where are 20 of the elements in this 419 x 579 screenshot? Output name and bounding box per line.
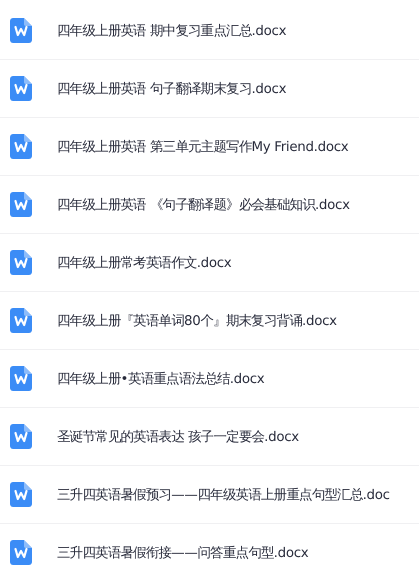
word-document-icon <box>10 134 32 159</box>
file-name[interactable]: 圣诞节常见的英语表达 孩子一定要会.docx <box>57 428 299 446</box>
file-name[interactable]: 三升四英语暑假预习——四年级英语上册重点句型汇总.doc <box>57 486 390 504</box>
file-name[interactable]: 四年级上册英语 第三单元主题写作My Friend.docx <box>57 138 348 156</box>
word-document-icon <box>10 18 32 43</box>
file-name[interactable]: 四年级上册常考英语作文.docx <box>57 254 232 272</box>
file-name[interactable]: 四年级上册英语 期中复习重点汇总.docx <box>57 22 286 40</box>
word-document-icon <box>10 76 32 101</box>
file-name[interactable]: 三升四英语暑假衔接——问答重点句型.docx <box>57 544 308 562</box>
word-document-icon <box>10 424 32 449</box>
word-document-icon <box>10 482 32 507</box>
word-document-icon <box>10 308 32 333</box>
file-name[interactable]: 四年级上册英语 《句子翻译题》必会基础知识.docx <box>57 196 350 214</box>
file-name[interactable]: 四年级上册•英语重点语法总结.docx <box>57 370 264 388</box>
file-name[interactable]: 四年级上册『英语单词80个』期末复习背诵.docx <box>57 312 337 330</box>
word-document-icon <box>10 366 32 391</box>
word-document-icon <box>10 192 32 217</box>
word-document-icon <box>10 540 32 565</box>
word-document-icon <box>10 250 32 275</box>
file-name[interactable]: 四年级上册英语 句子翻译期末复习.docx <box>57 80 286 98</box>
